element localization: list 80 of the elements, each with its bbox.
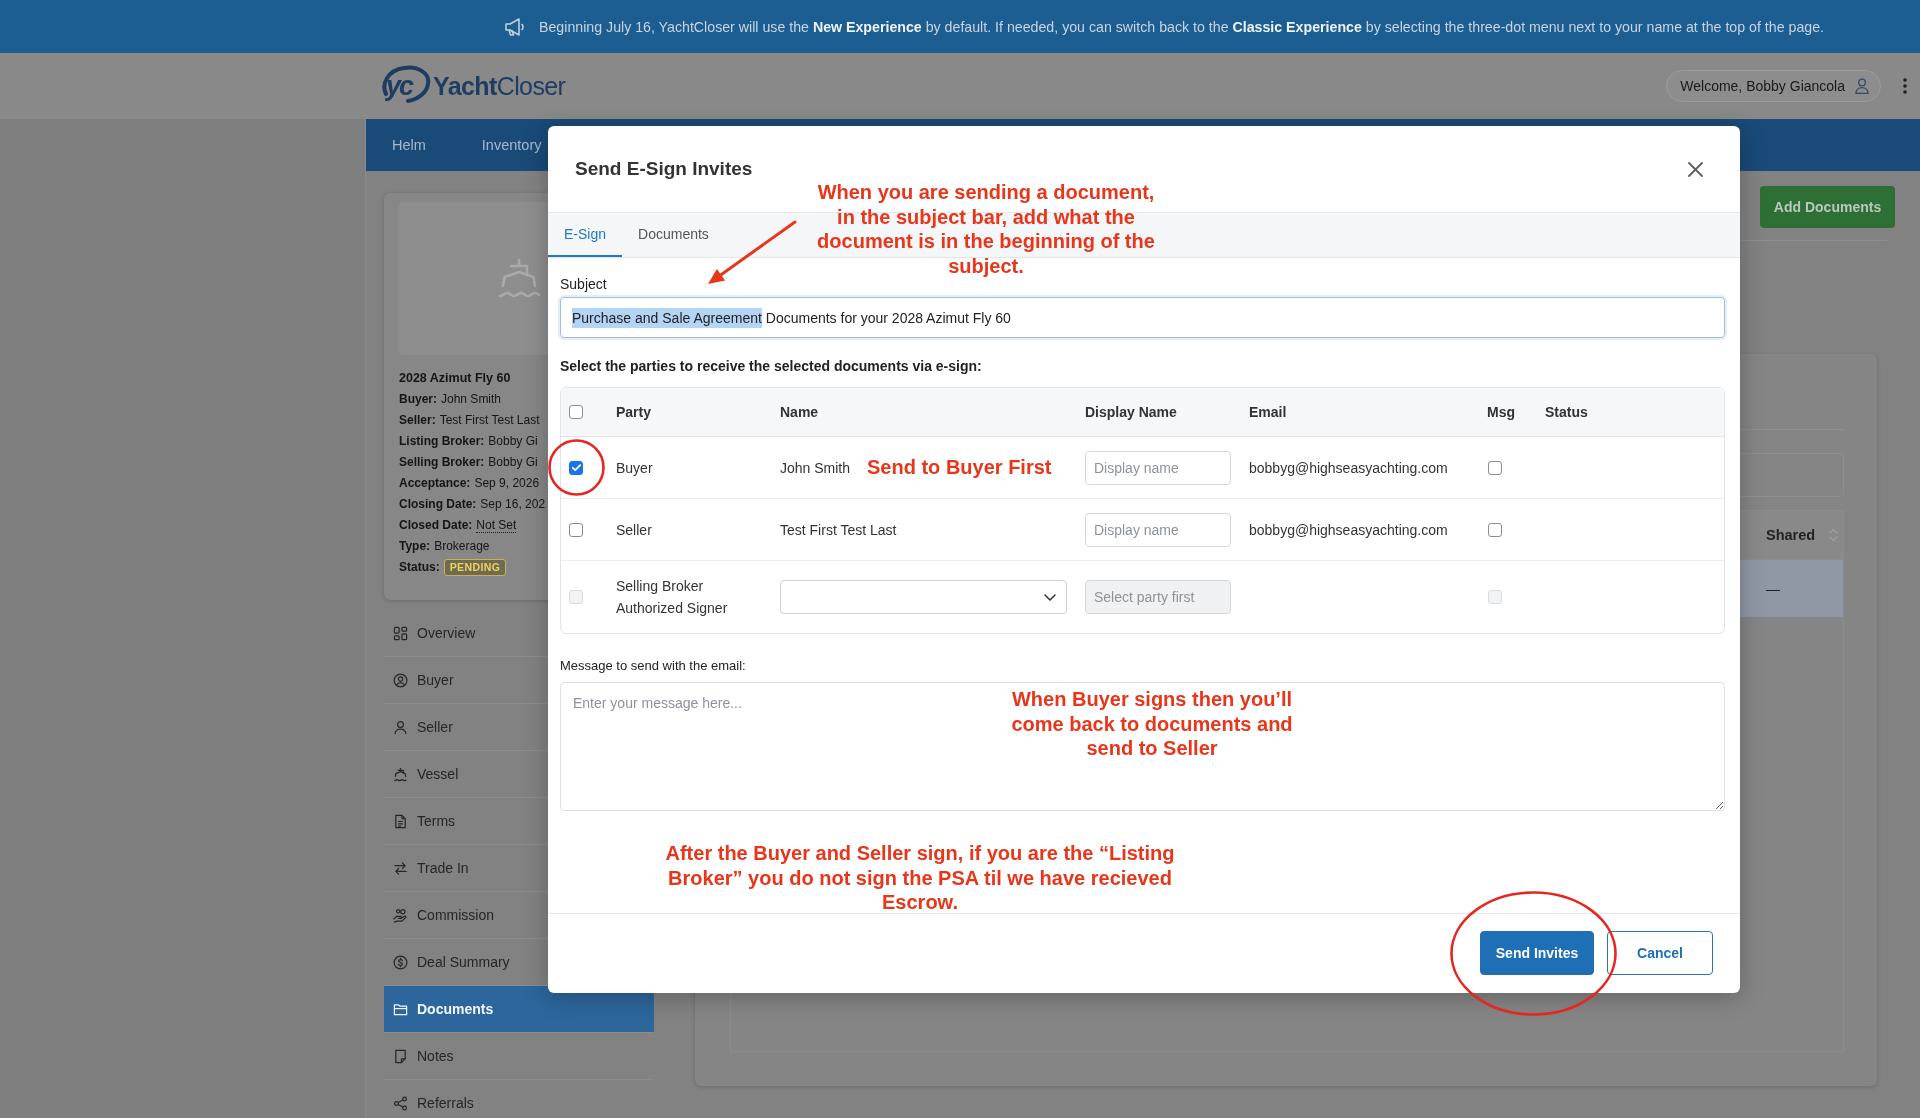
display-name-input[interactable]: Display name xyxy=(1085,512,1231,547)
checkbox[interactable] xyxy=(1488,522,1502,537)
cancel-button[interactable]: Cancel xyxy=(1607,931,1713,975)
boat-icon xyxy=(497,257,541,300)
send-button[interactable]: Send Invites xyxy=(1480,931,1594,975)
nav-item[interactable]: Inventory xyxy=(481,137,542,153)
annotation-text: When you are sending a document, in the subject bar, add what the document is in the beginning of the subject. xyxy=(816,180,1156,278)
annotation-text: When Buyer signs then you’ll come back to documents and send to Seller xyxy=(1010,687,1294,761)
field-value: Bobby Gi xyxy=(488,454,538,471)
table-cell: Test First Test Last xyxy=(780,521,897,538)
status-badge: PENDING xyxy=(443,559,507,576)
table-cell-text: Seller xyxy=(616,520,653,540)
column-header: Msg xyxy=(1487,404,1515,420)
annotation-text: After the Buyer and Seller sign, if you are the “Listing Broker” you do not sign the PSA til we have recieved Escrow. xyxy=(664,841,1176,915)
annotation-text: Send to Buyer First xyxy=(867,455,1052,480)
field-value-link[interactable]: Not Set xyxy=(476,518,517,533)
nav-item[interactable]: Helm xyxy=(392,137,426,153)
more-options-icon[interactable] xyxy=(1903,78,1907,94)
grid-icon xyxy=(393,625,408,641)
column-header: Party xyxy=(616,404,652,420)
display-name-input[interactable]: Display name xyxy=(1085,450,1231,485)
close-icon[interactable] xyxy=(1688,161,1703,177)
megaphone-icon xyxy=(504,16,526,37)
welcome-menu[interactable]: Welcome, Bobby Giancola xyxy=(1666,70,1881,102)
note-icon xyxy=(393,1048,408,1064)
field-value: John Smith xyxy=(441,391,502,408)
hand-coins-icon xyxy=(393,907,408,923)
subject-field[interactable]: Purchase and Sale Agreement Documents for your 2028 Azimut Fly 60 xyxy=(560,297,1725,338)
table-cell: bobbyg@highseasyachting.com xyxy=(1249,521,1448,538)
annotation-circle xyxy=(548,439,605,496)
banner-text: Beginning July 16, YachtCloser will use the New Experience by default. If needed, you can switch back to the Classic Experience by selecting the three-dot menu next to your name at the top of the page. xyxy=(539,18,1824,35)
table-cell: John Smith xyxy=(780,459,851,476)
user-circle-icon xyxy=(393,672,408,688)
field-label: Listing Broker: xyxy=(399,433,485,450)
checkbox[interactable] xyxy=(569,405,583,419)
field-label: Closing Date: xyxy=(399,496,477,513)
table-cell-text: Buyer xyxy=(616,458,654,478)
dialog-title: Send E-Sign Invites xyxy=(575,158,753,180)
dollar-circle-icon xyxy=(393,954,408,970)
sidebar-item[interactable]: Notes xyxy=(384,1033,654,1080)
user-icon xyxy=(393,719,408,735)
column-header: Email xyxy=(1249,404,1287,420)
tab[interactable]: Documents xyxy=(622,213,725,257)
field-value: Sep 16, 202 xyxy=(480,496,546,513)
checkbox[interactable] xyxy=(569,522,583,537)
document-icon xyxy=(393,813,408,829)
column-header: Display Name xyxy=(1085,404,1177,420)
checkbox[interactable] xyxy=(1488,460,1502,475)
sidebar-item[interactable]: Referrals xyxy=(384,1080,654,1118)
deal-title: 2028 Azimut Fly 60 xyxy=(399,370,512,387)
table-cell: — xyxy=(1766,580,1780,597)
share-icon xyxy=(393,1095,408,1111)
checkbox[interactable] xyxy=(569,460,583,475)
column-header: Name xyxy=(780,404,819,420)
field-value: Bobby Gi xyxy=(488,433,538,450)
field-value: Test First Test Last xyxy=(439,412,540,429)
table-cell: bobbyg@highseasyachting.com xyxy=(1249,459,1448,476)
instruction-text: Select the parties to receive the selected documents via e-sign: xyxy=(560,357,983,375)
swap-arrows-icon xyxy=(393,860,408,876)
field-label: Selling Broker: xyxy=(399,454,485,471)
user-icon xyxy=(1855,78,1869,94)
sidebar-item[interactable]: Documents xyxy=(384,986,654,1033)
field-label: Seller: xyxy=(399,412,436,429)
field-label: Status: xyxy=(399,559,440,576)
logo[interactable]: yc YachtCloser xyxy=(380,64,566,108)
field-value: Brokerage xyxy=(434,538,490,555)
tab[interactable]: E-Sign xyxy=(548,213,623,257)
field-label: Closed Date: xyxy=(399,517,473,534)
add-documents-button[interactable]: Add Documents xyxy=(1760,186,1895,228)
chevron-down-icon xyxy=(1044,593,1056,601)
boat-icon xyxy=(393,766,408,782)
field-label: Subject xyxy=(560,275,608,293)
column-header: Status xyxy=(1545,404,1588,420)
field-label: Acceptance: xyxy=(399,475,471,492)
field-label: Type: xyxy=(399,538,431,555)
column-header[interactable]: Shared xyxy=(1766,527,1816,543)
field-label: Buyer: xyxy=(399,391,437,408)
field-value: Sep 9, 2026 xyxy=(474,475,540,492)
checkmark-icon xyxy=(571,464,581,471)
folder-icon xyxy=(393,1001,408,1017)
